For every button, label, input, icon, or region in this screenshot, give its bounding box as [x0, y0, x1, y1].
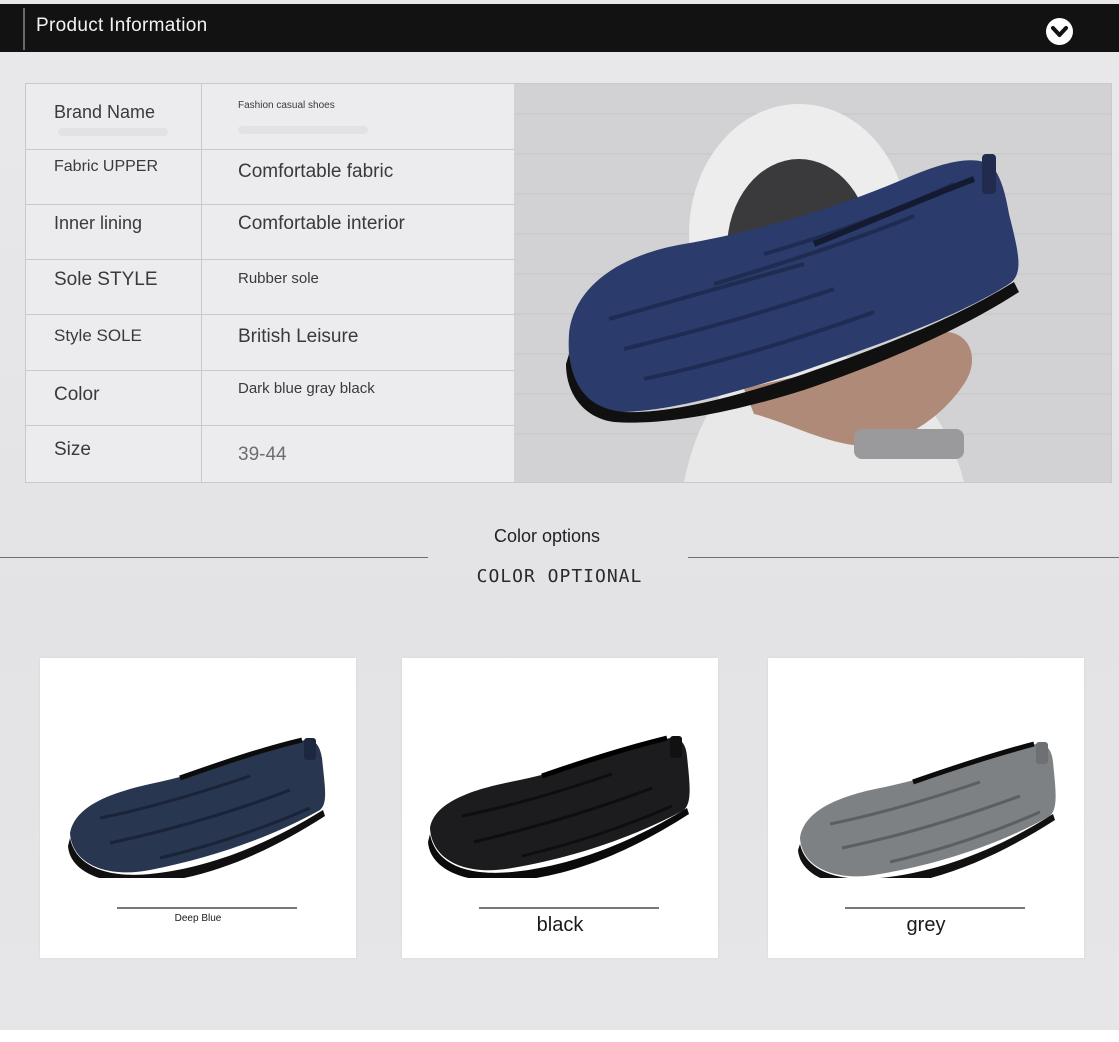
section-rule-right	[688, 557, 1119, 558]
variant-card-black[interactable]: black	[402, 658, 718, 958]
shoe-photo-deep-blue	[68, 737, 326, 878]
header-accent-bar	[23, 8, 25, 50]
spec-row: Color Dark blue gray black	[26, 370, 515, 426]
spec-label: Size	[54, 439, 91, 460]
spec-label: Inner lining	[54, 213, 143, 233]
spec-label: Color	[54, 384, 100, 405]
spec-label: Brand Name	[54, 102, 156, 122]
spec-value: Comfortable interior	[238, 213, 405, 234]
spec-row: Style SOLE British Leisure	[26, 314, 515, 371]
spec-label: Style SOLE	[54, 326, 142, 345]
variant-name: black	[536, 914, 584, 936]
variant-name: grey	[906, 914, 946, 936]
variant-underline	[117, 907, 297, 909]
hero-product-photo	[514, 83, 1112, 483]
product-page: Product Information Brand Name Fashion c…	[0, 0, 1119, 1030]
shoe-photo-grey	[798, 741, 1056, 878]
shoe-photo-black	[428, 735, 690, 878]
spec-row: Inner lining Comfortable interior	[26, 204, 515, 260]
product-info-header[interactable]: Product Information	[0, 4, 1119, 52]
spec-value: Rubber sole	[238, 270, 319, 287]
spec-row: Size 39-44	[26, 425, 515, 482]
spec-label: Sole STYLE	[54, 269, 158, 290]
spec-row: Sole STYLE Rubber sole	[26, 259, 515, 315]
spec-value: Dark blue gray black	[238, 380, 375, 397]
spec-value: Fashion casual shoes	[238, 100, 335, 111]
variant-underline	[479, 907, 659, 909]
hero-shoe-illustration	[514, 84, 1111, 482]
color-options-subtitle: COLOR OPTIONAL	[476, 566, 643, 587]
spec-value: Comfortable fabric	[238, 161, 394, 182]
section-rule-left	[0, 557, 428, 558]
variant-card-deep-blue[interactable]: Deep Blue	[40, 658, 356, 958]
variant-card-grey[interactable]: grey	[768, 658, 1084, 958]
color-options-title: Color options	[493, 526, 601, 546]
spec-table: Brand Name Fashion casual shoes Fabric U…	[25, 83, 516, 483]
variant-name: Deep Blue	[174, 913, 222, 924]
header-title: Product Information	[36, 15, 208, 36]
chevron-down-circle-icon[interactable]	[1046, 18, 1073, 45]
spec-row: Brand Name Fashion casual shoes	[26, 84, 515, 150]
variant-underline	[845, 907, 1025, 909]
spec-value: British Leisure	[238, 326, 359, 347]
spec-row: Fabric UPPER Comfortable fabric	[26, 149, 515, 205]
spec-value: 39-44	[238, 444, 287, 465]
spec-label: Fabric UPPER	[54, 158, 159, 175]
